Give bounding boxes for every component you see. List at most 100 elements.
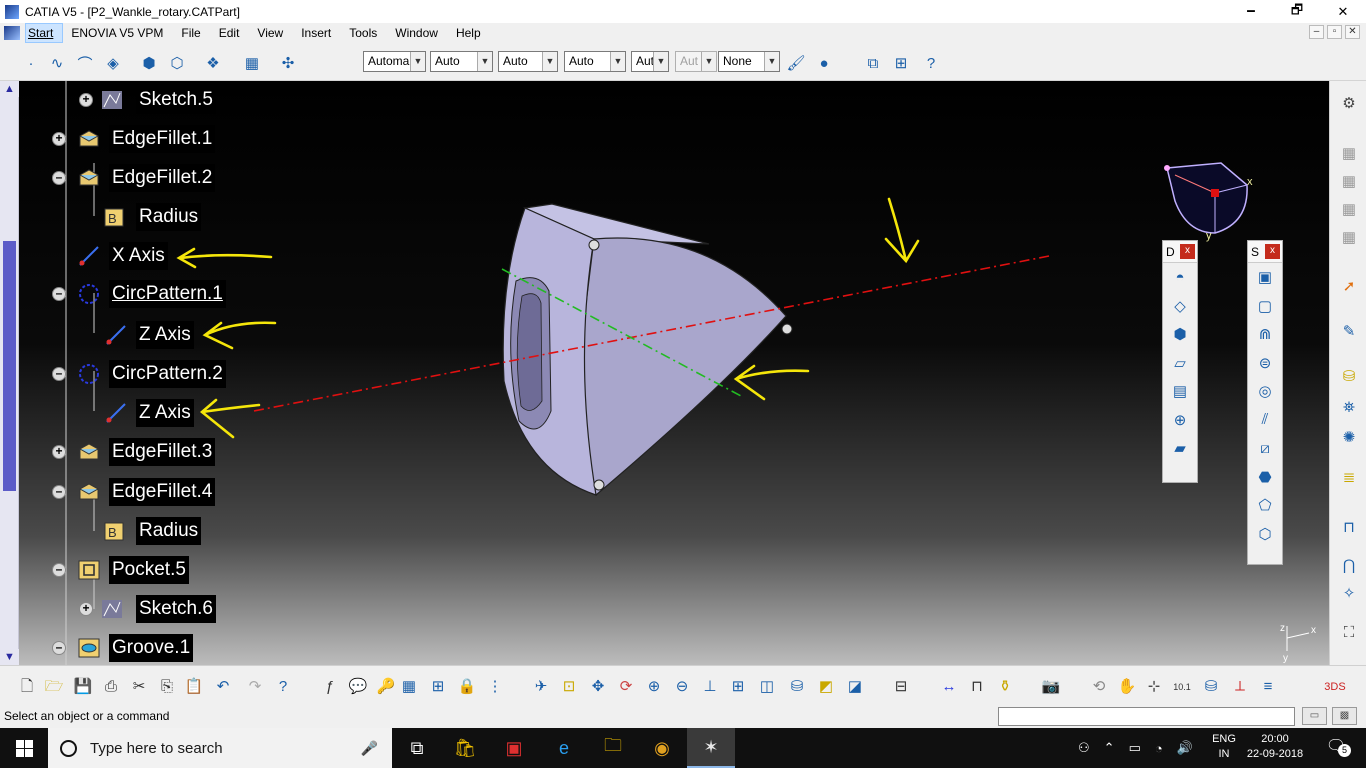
tree-item-label[interactable]: Groove.1 bbox=[109, 634, 194, 662]
tree-item-label[interactable]: Radius bbox=[136, 517, 202, 545]
capture-icon[interactable]: 📷 bbox=[1040, 676, 1062, 698]
collapse-icon[interactable]: – bbox=[52, 563, 66, 577]
catalog-browser-icon[interactable]: ❖ bbox=[202, 52, 224, 74]
reader-app-icon[interactable]: ▣ bbox=[490, 728, 538, 768]
save-icon[interactable]: 💾 bbox=[72, 676, 94, 698]
thread-icon[interactable]: ⊕ bbox=[1163, 406, 1197, 435]
open-folder-icon[interactable]: 🗁 bbox=[43, 676, 65, 698]
clock[interactable]: 20:00 22-09-2018 bbox=[1243, 732, 1307, 762]
start-menu-icon[interactable] bbox=[4, 26, 20, 40]
input-history-button[interactable]: ▭ bbox=[1302, 707, 1327, 725]
print-icon[interactable]: ⎙ bbox=[100, 676, 122, 698]
minimize-button[interactable]: 🗕 bbox=[1228, 0, 1274, 23]
sketcher-icon[interactable]: ✎ bbox=[1338, 321, 1360, 343]
stiffener-icon[interactable]: ⬣ bbox=[1248, 463, 1282, 492]
menu-view[interactable]: View bbox=[248, 24, 292, 42]
taskbar-search-box[interactable]: Type here to search 🎤 bbox=[48, 728, 392, 768]
grid-snap-icon[interactable]: 10.1 bbox=[1171, 676, 1193, 698]
doc-restore-button[interactable]: ▫ bbox=[1327, 25, 1342, 39]
tree-item-label[interactable]: Sketch.5 bbox=[136, 86, 216, 114]
close-icon[interactable]: x bbox=[1180, 244, 1195, 259]
tree-scrollbar[interactable]: ▲ ▼ bbox=[0, 81, 19, 665]
menu-help[interactable]: Help bbox=[447, 24, 490, 42]
std-view-icon[interactable]: ▦ bbox=[1338, 143, 1360, 165]
windows-start-button[interactable] bbox=[0, 728, 48, 768]
pad-icon[interactable]: ▣ bbox=[1248, 263, 1282, 292]
collapse-icon[interactable]: – bbox=[52, 641, 66, 655]
fit-all-in-icon[interactable]: ⊡ bbox=[558, 676, 580, 698]
chrome-icon[interactable]: ◉ bbox=[638, 728, 686, 768]
knowledge-advisor-icon[interactable]: 💬 bbox=[347, 676, 369, 698]
rotate-icon[interactable]: ⟳ bbox=[615, 676, 637, 698]
toolbar-header[interactable]: Dx bbox=[1163, 241, 1197, 263]
measure-between-icon[interactable]: ↔ bbox=[938, 676, 960, 698]
law-icon[interactable]: ⊞ bbox=[427, 676, 449, 698]
slot-icon[interactable]: ⧄ bbox=[1248, 434, 1282, 463]
part-body-icon[interactable]: ⛁ bbox=[1200, 676, 1222, 698]
remove-face-icon[interactable]: ▰ bbox=[1163, 434, 1197, 463]
measure-item-icon[interactable]: ⊓ bbox=[966, 676, 988, 698]
std-view-icon[interactable]: ▦ bbox=[1338, 171, 1360, 193]
tree-item-label[interactable]: Z Axis bbox=[136, 399, 194, 427]
fillet-icon[interactable]: ◓ bbox=[1163, 263, 1197, 292]
microphone-icon[interactable]: 🎤 bbox=[361, 740, 378, 757]
collapse-icon[interactable]: – bbox=[52, 367, 66, 381]
std-view-icon[interactable]: ▦ bbox=[1338, 199, 1360, 221]
task-view-icon[interactable]: ⧉ bbox=[393, 728, 441, 768]
multi-view-icon[interactable]: ⊞ bbox=[890, 52, 912, 74]
volume-icon[interactable]: 🔊 bbox=[1177, 740, 1193, 756]
lock-icon[interactable]: 🔒 bbox=[456, 676, 478, 698]
tree-item-label[interactable]: Pocket.5 bbox=[109, 556, 189, 584]
3d-viewport[interactable]: x y x y z + Sketch.5 + EdgeFillet.1 – Ed… bbox=[19, 81, 1329, 665]
apply-material-icon[interactable]: ◈ bbox=[102, 52, 124, 74]
zoom-out-icon[interactable]: ⊖ bbox=[671, 676, 693, 698]
design-table-icon[interactable]: ▦ bbox=[398, 676, 420, 698]
line-type-combo[interactable]: Aut ▼ bbox=[631, 51, 669, 72]
people-icon[interactable]: ⚇ bbox=[1078, 740, 1090, 756]
hole-icon[interactable]: ◎ bbox=[1248, 377, 1282, 406]
zoom-in-icon[interactable]: ⊕ bbox=[643, 676, 665, 698]
undo-icon[interactable]: ↶ bbox=[212, 676, 234, 698]
color-combo[interactable]: Auto ▼ bbox=[430, 51, 493, 72]
doc-close-button[interactable]: ✕ bbox=[1345, 25, 1360, 39]
fly-mode-icon[interactable]: ✈ bbox=[530, 676, 552, 698]
list-icon[interactable]: ≡ bbox=[1257, 676, 1279, 698]
catia-taskbar-icon[interactable]: ✶ bbox=[687, 728, 735, 768]
grid-icon[interactable]: ▦ bbox=[241, 52, 263, 74]
measure-inertia-icon[interactable]: ⚱ bbox=[994, 676, 1016, 698]
tree-item-label[interactable]: EdgeFillet.2 bbox=[109, 164, 216, 192]
tree-item-label[interactable]: Radius bbox=[136, 203, 202, 231]
fit-all-icon[interactable]: ⛶ bbox=[1338, 622, 1360, 644]
whats-this-icon[interactable]: ? bbox=[272, 676, 294, 698]
multi-section-solid-icon[interactable]: ⬠ bbox=[1248, 491, 1282, 520]
expand-icon[interactable]: + bbox=[52, 132, 66, 146]
painter-icon[interactable]: 🖌 bbox=[785, 52, 807, 74]
analysis-icon[interactable]: ✧ bbox=[1338, 583, 1360, 605]
tree-item-label[interactable]: CircPattern.1 bbox=[109, 280, 226, 308]
toolbar-header[interactable]: Sx bbox=[1248, 241, 1282, 263]
thickness-icon[interactable]: ▤ bbox=[1163, 377, 1197, 406]
menu-edit[interactable]: Edit bbox=[210, 24, 249, 42]
chamfer-icon[interactable]: ◇ bbox=[1163, 292, 1197, 321]
collapse-icon[interactable]: – bbox=[52, 171, 66, 185]
menu-window[interactable]: Window bbox=[386, 24, 447, 42]
shading-icon[interactable]: ⛁ bbox=[786, 676, 808, 698]
normal-view-icon[interactable]: ⊥ bbox=[699, 676, 721, 698]
chevron-up-icon[interactable]: ⌃ bbox=[1104, 740, 1115, 756]
hide-show-icon[interactable]: ◩ bbox=[815, 676, 837, 698]
tree-item-label[interactable]: Sketch.6 bbox=[136, 595, 216, 623]
close-icon[interactable]: x bbox=[1265, 244, 1280, 259]
isometric-view-icon[interactable]: ◫ bbox=[756, 676, 778, 698]
file-explorer-icon[interactable]: 🗀 bbox=[589, 728, 637, 768]
scan-icon[interactable]: ⧉ bbox=[862, 52, 884, 74]
pocket-tool-icon[interactable]: ▢ bbox=[1248, 292, 1282, 321]
layer-combo[interactable]: Automa ▼ bbox=[363, 51, 426, 72]
input-clear-button[interactable]: ▩ bbox=[1332, 707, 1357, 725]
doc-minimize-button[interactable]: – bbox=[1309, 25, 1324, 39]
rendering-style-combo[interactable]: None ▼ bbox=[718, 51, 780, 72]
power-input-field[interactable] bbox=[998, 707, 1295, 726]
tree-item-label[interactable]: EdgeFillet.4 bbox=[109, 478, 216, 506]
measure-item-icon[interactable]: ⬡ bbox=[166, 52, 188, 74]
scroll-down-icon[interactable]: ▼ bbox=[0, 649, 19, 665]
collapse-icon[interactable]: – bbox=[52, 485, 66, 499]
